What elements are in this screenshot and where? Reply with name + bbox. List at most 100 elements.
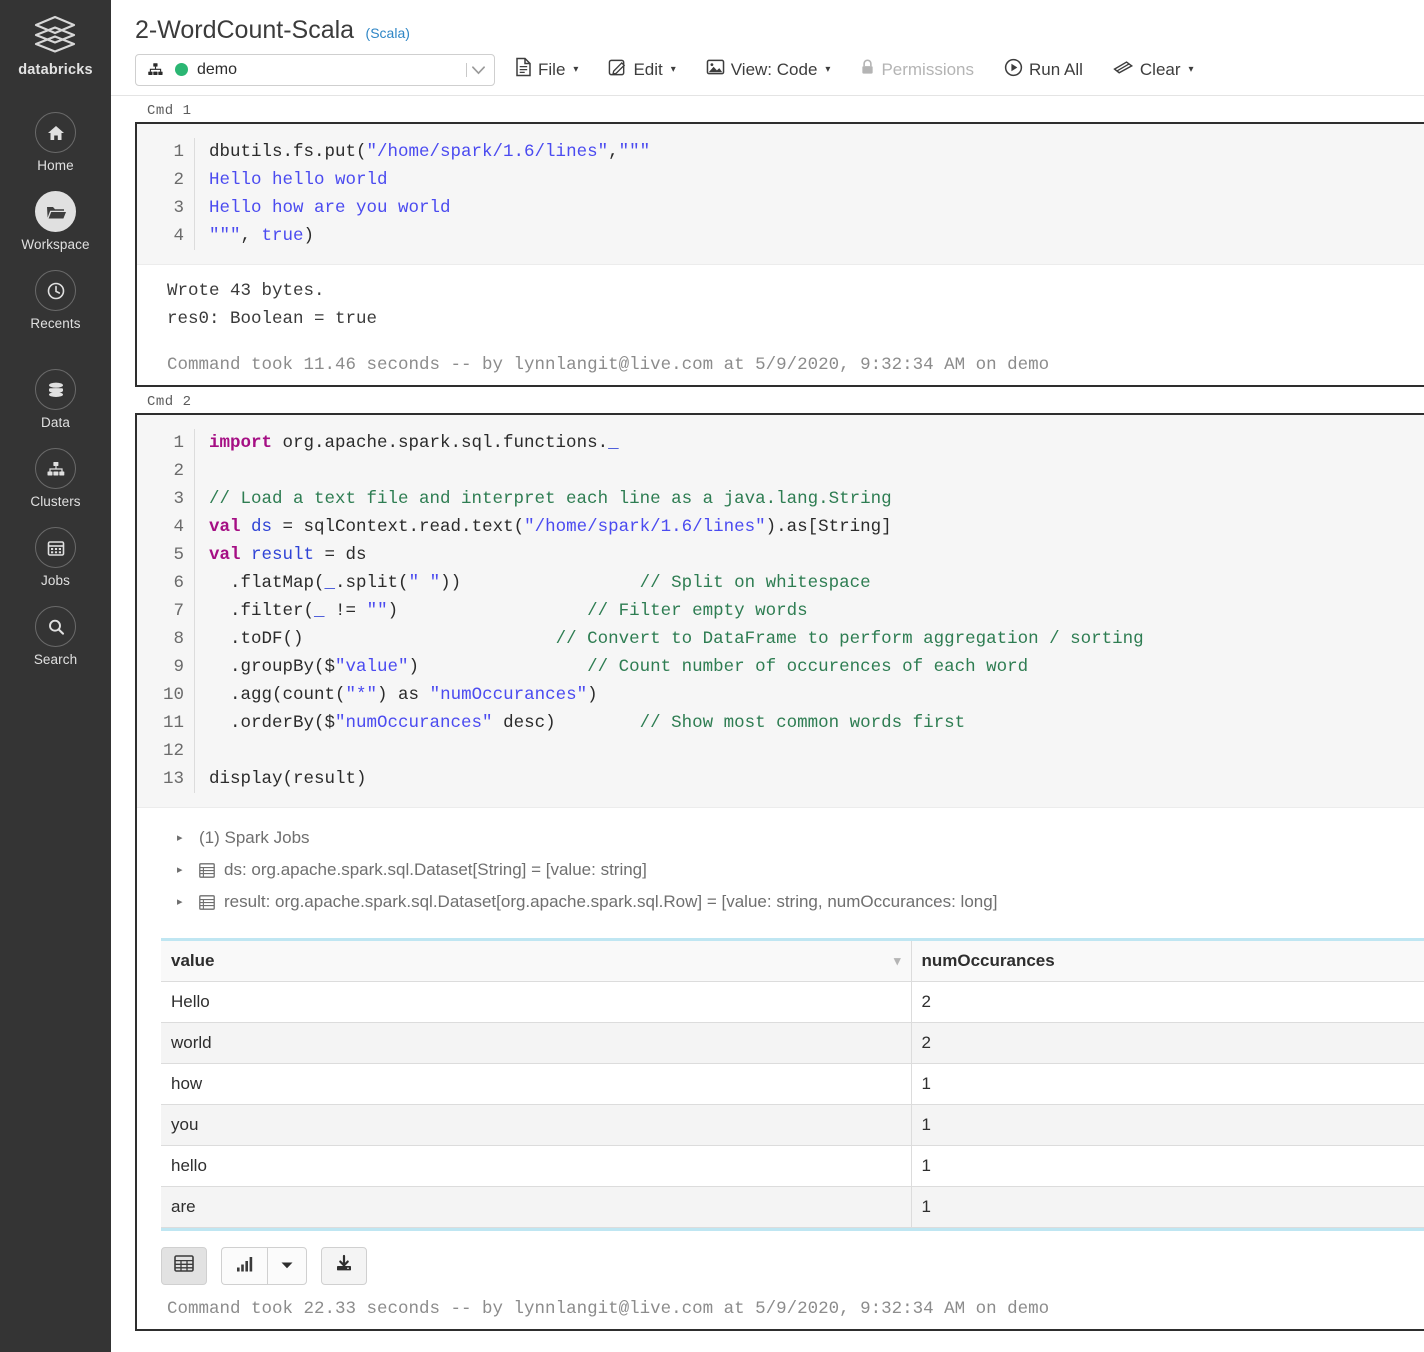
lock-icon (860, 58, 875, 81)
code-token: org.apache.spark.sql.functions. (282, 433, 609, 453)
expand-arrow-icon[interactable]: ▸ (177, 854, 191, 886)
cluster-icon (146, 61, 165, 78)
cell-1-code-editor[interactable]: 1 dbutils.fs.put("/home/spark/1.6/lines",… (137, 124, 1424, 265)
table-row[interactable]: world 2 (161, 1022, 1424, 1064)
code-token: Hello how are you world (209, 198, 451, 218)
table-row[interactable]: hello 1 (161, 1145, 1424, 1187)
code-token: "numOccurances" (335, 713, 493, 733)
table-row[interactable]: Hello 2 (161, 981, 1424, 1023)
column-header-value[interactable]: value ▾ (161, 941, 912, 982)
table-row[interactable]: you 1 (161, 1104, 1424, 1146)
results-table-head: value ▾ numOccurances (161, 941, 1424, 982)
permissions-button: Permissions (850, 54, 984, 85)
line-number: 11 (137, 709, 195, 737)
code-line: 8 .toDF() // Convert to DataFrame to per… (137, 625, 1424, 653)
code-token: , (608, 142, 619, 162)
chevron-down-icon[interactable] (466, 62, 486, 77)
view-menu-button[interactable]: View: Code ▾ (696, 55, 841, 85)
pencil-icon (608, 58, 627, 82)
code-line: 10 .agg(count("*") as "numOccurances") (137, 681, 1424, 709)
notebook-language[interactable]: (Scala) (366, 25, 410, 41)
line-number: 3 (137, 485, 195, 513)
table-row[interactable]: how 1 (161, 1063, 1424, 1105)
download-results-button[interactable] (321, 1247, 367, 1285)
code-token: // Split on whitespace (639, 573, 871, 593)
code-text: .orderBy($"numOccurances" desc) // Show … (195, 709, 965, 737)
line-number: 1 (137, 429, 195, 457)
code-line: 5 val result = ds (137, 541, 1424, 569)
code-token: """ (618, 142, 651, 162)
code-token: Hello hello world (209, 170, 388, 190)
code-token: _ (608, 433, 619, 453)
table-row[interactable]: are 1 (161, 1186, 1424, 1228)
results-table-container[interactable]: value ▾ numOccurances Hello 2 world 2 how 1 yo… (161, 938, 1424, 1231)
spark-job-row[interactable]: ▸ result: org.apache.spark.sql.Dataset[or… (177, 886, 1424, 918)
code-text: // Load a text file and interpret each l… (195, 485, 892, 513)
sidebar-item-workspace[interactable]: Workspace (0, 191, 111, 252)
spark-job-text: ds: org.apache.spark.sql.Dataset[String]… (224, 860, 647, 879)
line-number: 2 (137, 457, 195, 485)
code-token: .split( (335, 573, 409, 593)
sidebar-item-home[interactable]: Home (0, 112, 111, 173)
code-token: != (324, 601, 367, 621)
column-header-numoccurances-label: numOccurances (921, 951, 1055, 970)
expand-arrow-icon[interactable]: ▸ (177, 822, 191, 854)
file-menu-label: File (538, 59, 566, 79)
sidebar-item-recents[interactable]: Recents (0, 270, 111, 331)
sidebar-item-data[interactable]: Data (0, 369, 111, 430)
spark-job-row[interactable]: ▸ (1) Spark Jobs (177, 822, 1424, 854)
sort-descending-icon[interactable]: ▾ (894, 953, 901, 969)
table-cell: Hello (161, 981, 912, 1023)
code-line: 11 .orderBy($"numOccurances" desc) // Sh… (137, 709, 1424, 737)
code-token: .filter( (209, 601, 315, 621)
code-text: .agg(count("*") as "numOccurances") (195, 681, 598, 709)
command-cell-1: Cmd 1 1 dbutils.fs.put("/home/spark/1.6/l… (111, 96, 1424, 387)
cell-2-code-editor[interactable]: 1 import org.apache.spark.sql.functions._… (137, 415, 1424, 808)
sidebar-item-home-label: Home (37, 158, 74, 173)
run-all-button[interactable]: Run All (994, 54, 1093, 86)
cell-2-container[interactable]: 1 import org.apache.spark.sql.functions._… (135, 413, 1424, 1331)
sidebar-item-jobs[interactable]: Jobs (0, 527, 111, 588)
code-token: import (209, 433, 283, 453)
code-token: display(result) (209, 769, 367, 789)
cluster-selector[interactable]: demo (135, 53, 495, 86)
file-menu-button[interactable]: File ▾ (505, 53, 588, 86)
edit-menu-button[interactable]: Edit ▾ (598, 54, 685, 86)
code-token: // Load a text file and interpret each l… (209, 489, 892, 509)
sidebar-item-search[interactable]: Search (0, 606, 111, 667)
code-token: // Filter empty words (587, 601, 808, 621)
table-icon (174, 1255, 194, 1277)
cell-2-footer: Command took 22.33 seconds -- by lynnlan… (167, 1299, 1050, 1319)
spark-job-row[interactable]: ▸ ds: org.apache.spark.sql.Dataset[String… (177, 854, 1424, 886)
code-token: // Show most common words first (639, 713, 966, 733)
table-icon (199, 894, 215, 910)
table-cell: 1 (911, 1186, 1424, 1228)
column-header-numoccurances[interactable]: numOccurances (911, 941, 1424, 982)
expand-arrow-icon[interactable]: ▸ (177, 886, 191, 918)
clear-menu-button[interactable]: Clear ▾ (1103, 56, 1204, 84)
search-icon (35, 606, 76, 647)
line-number: 6 (137, 569, 195, 597)
run-all-label: Run All (1029, 59, 1083, 79)
chart-view-button[interactable] (221, 1247, 267, 1285)
notebook-header: 2-WordCount-Scala (Scala) (111, 0, 1424, 45)
cell-1-container[interactable]: 1 dbutils.fs.put("/home/spark/1.6/lines",… (135, 122, 1424, 387)
line-number: 12 (137, 737, 195, 765)
table-cell: hello (161, 1145, 912, 1187)
code-token: ) (303, 226, 315, 246)
page-title: 2-WordCount-Scala (135, 16, 355, 44)
line-number: 4 (137, 513, 195, 541)
sidebar-item-clusters[interactable]: Clusters (0, 448, 111, 509)
code-token: = sqlContext.read.text( (272, 517, 525, 537)
line-number: 9 (137, 653, 195, 681)
chart-type-dropdown-button[interactable] (267, 1247, 307, 1285)
code-line: 1 dbutils.fs.put("/home/spark/1.6/lines",… (137, 138, 1424, 166)
code-text: display(result) (195, 765, 367, 793)
sidebar-item-data-label: Data (41, 415, 70, 430)
databricks-brand[interactable]: databricks (18, 14, 93, 78)
table-view-button[interactable] (161, 1247, 207, 1285)
folder-icon (35, 191, 76, 232)
code-token: .orderBy($ (209, 713, 336, 733)
image-icon (706, 59, 725, 81)
